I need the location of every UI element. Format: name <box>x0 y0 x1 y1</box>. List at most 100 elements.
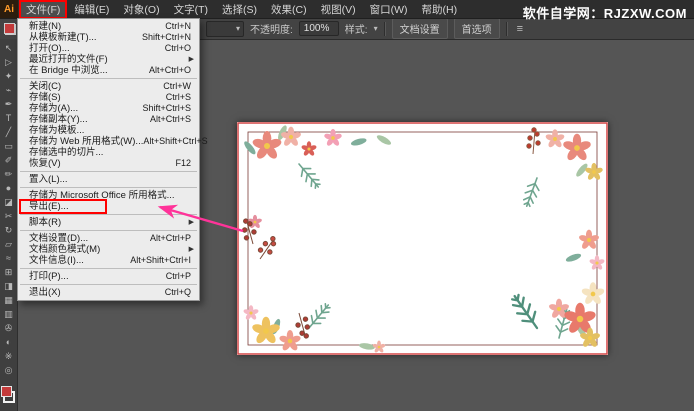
chevron-down-icon[interactable]: ▾ <box>374 24 378 33</box>
menubar-item-object[interactable]: 对象(O) <box>116 0 166 19</box>
menu-item-print[interactable]: 打印(P)... Ctrl+P <box>18 271 199 282</box>
menu-item-label: 打开(O)... <box>29 43 70 54</box>
tool-icon: ✇ <box>5 324 13 333</box>
fill-stroke-proxy[interactable] <box>1 386 15 403</box>
menu-separator <box>20 171 197 172</box>
tool-icon: ✐ <box>5 156 13 165</box>
tool-icon: ▱ <box>5 240 12 249</box>
menu-item-label: 存储(S) <box>29 92 61 103</box>
submenu-arrow-icon: ▶ <box>189 244 194 255</box>
tool-icon: ✏ <box>5 170 13 179</box>
menu-item-open[interactable]: 打开(O)... Ctrl+O <box>18 43 199 54</box>
tool-icon: ✂ <box>5 212 13 221</box>
magic-wand-tool[interactable]: ✦ <box>0 69 17 83</box>
document-setup-button[interactable]: 文档设置 <box>392 18 448 39</box>
menu-item-save-a-copy[interactable]: 存储副本(Y)... Alt+Ctrl+S <box>18 114 199 125</box>
pen-tool[interactable]: ✒ <box>0 97 17 111</box>
menu-item-label: 在 Bridge 中浏览... <box>29 65 108 76</box>
pencil-tool[interactable]: ✏ <box>0 167 17 181</box>
line-tool[interactable]: ╱ <box>0 125 17 139</box>
menu-item-save-for-office[interactable]: 存储为 Microsoft Office 所用格式... <box>18 190 199 201</box>
scale-tool[interactable]: ▱ <box>0 237 17 251</box>
menu-item-shortcut: F12 <box>175 158 191 169</box>
menubar-item-type[interactable]: 文字(T) <box>167 0 215 19</box>
menu-item-label: 存储为(A)... <box>29 103 78 114</box>
opacity-input[interactable]: 100% <box>299 21 339 36</box>
menu-item-label: 置入(L)... <box>29 174 68 185</box>
shape-builder-tool[interactable]: ◨ <box>0 279 17 293</box>
menu-item-close[interactable]: 关闭(C) Ctrl+W <box>18 81 199 92</box>
menu-item-new[interactable]: 新建(N) Ctrl+N <box>18 21 199 32</box>
menu-item-document-setup[interactable]: 文档设置(D)... Alt+Ctrl+P <box>18 233 199 244</box>
fill-color-swatch[interactable] <box>1 386 12 397</box>
menu-item-save-for-web[interactable]: 存储为 Web 所用格式(W)... Alt+Shift+Ctrl+S <box>18 136 199 147</box>
menubar-item-edit[interactable]: 编辑(E) <box>67 0 116 19</box>
preferences-button[interactable]: 首选项 <box>454 18 500 39</box>
menu-item-shortcut: Alt+Ctrl+O <box>149 65 191 76</box>
panel-menu-icon[interactable]: ≡ <box>514 23 526 35</box>
menubar-item-window[interactable]: 窗口(W) <box>363 0 415 19</box>
menubar-item-file[interactable]: 文件(F) <box>19 0 67 19</box>
menubar-item-view[interactable]: 视图(V) <box>314 0 363 19</box>
tool-icon: ◐ <box>6 338 11 347</box>
menu-item-shortcut: Ctrl+S <box>166 92 191 103</box>
menubar-item-help[interactable]: 帮助(H) <box>415 0 465 19</box>
tool-icon: ◨ <box>4 282 13 291</box>
tool-icon: ⌁ <box>6 86 11 95</box>
menubar-items: 文件(F) 编辑(E) 对象(O) 文字(T) 选择(S) 效果(C) 视图(V… <box>19 0 464 18</box>
menu-item-new-from-template[interactable]: 从模板新建(T)... Shift+Ctrl+N <box>18 32 199 43</box>
tool-icon: ◪ <box>4 198 13 207</box>
paintbrush-tool[interactable]: ✐ <box>0 153 17 167</box>
menu-item-label: 关闭(C) <box>29 81 61 92</box>
menubar-item-select[interactable]: 选择(S) <box>215 0 264 19</box>
tool-icon: ▥ <box>4 310 13 319</box>
menu-item-save-as-template[interactable]: 存储为模板... <box>18 125 199 136</box>
eyedropper-tool[interactable]: ✇ <box>0 321 17 335</box>
zoom-tool[interactable]: ◎ <box>0 363 17 377</box>
menu-item-browse-in-bridge[interactable]: 在 Bridge 中浏览... Alt+Ctrl+O <box>18 65 199 76</box>
blend-tool[interactable]: ◐ <box>0 335 17 349</box>
menu-item-label: 导出(E)... <box>29 201 69 212</box>
width-tool[interactable]: ≈ <box>0 251 17 265</box>
tool-icon: ✒ <box>5 100 13 109</box>
fill-stroke-swatch[interactable] <box>4 23 16 35</box>
lasso-tool[interactable]: ⌁ <box>0 83 17 97</box>
menu-item-exit[interactable]: 退出(X) Ctrl+Q <box>18 287 199 298</box>
tool-icon: ▷ <box>5 58 12 67</box>
menu-item-label: 打印(P)... <box>29 271 69 282</box>
menu-item-save-as[interactable]: 存储为(A)... Shift+Ctrl+S <box>18 103 199 114</box>
menu-item-place[interactable]: 置入(L)... <box>18 174 199 185</box>
blob-brush-tool[interactable]: ● <box>0 181 17 195</box>
app-logo[interactable]: Ai <box>0 0 18 18</box>
symbol-sprayer-tool[interactable]: ※ <box>0 349 17 363</box>
menu-item-save-selected-slices[interactable]: 存储选中的切片... <box>18 147 199 158</box>
artboard[interactable] <box>237 122 608 355</box>
rotate-tool[interactable]: ↻ <box>0 223 17 237</box>
gradient-tool[interactable]: ▥ <box>0 307 17 321</box>
menu-item-revert[interactable]: 恢复(V) F12 <box>18 158 199 169</box>
menu-item-label: 文件信息(I)... <box>29 255 84 266</box>
menu-item-export[interactable]: 导出(E)... <box>18 201 199 212</box>
menu-item-document-color-mode[interactable]: 文档颜色模式(M) ▶ <box>18 244 199 255</box>
menu-item-shortcut: Ctrl+W <box>163 81 191 92</box>
mesh-tool[interactable]: ▦ <box>0 293 17 307</box>
selection-tool[interactable]: ↖ <box>0 41 17 55</box>
submenu-arrow-icon: ▶ <box>189 217 194 228</box>
fill-swatch[interactable] <box>4 23 15 34</box>
menu-item-label: 存储为模板... <box>29 125 84 136</box>
menu-item-file-info[interactable]: 文件信息(I)... Alt+Shift+Ctrl+I <box>18 255 199 266</box>
menu-item-save[interactable]: 存储(S) Ctrl+S <box>18 92 199 103</box>
control-bar-divider <box>506 22 508 36</box>
menu-item-open-recent[interactable]: 最近打开的文件(F) ▶ <box>18 54 199 65</box>
direct-selection-tool[interactable]: ▷ <box>0 55 17 69</box>
brush-definition-dropdown[interactable]: ▾ <box>206 21 244 37</box>
menu-item-scripts[interactable]: 脚本(R) ▶ <box>18 217 199 228</box>
menubar-item-effect[interactable]: 效果(C) <box>264 0 314 19</box>
eraser-tool[interactable]: ◪ <box>0 195 17 209</box>
free-transform-tool[interactable]: ⊞ <box>0 265 17 279</box>
rectangle-tool[interactable]: ▭ <box>0 139 17 153</box>
type-tool[interactable]: T <box>0 111 17 125</box>
menu-item-shortcut: Shift+Ctrl+S <box>142 103 191 114</box>
scissors-tool[interactable]: ✂ <box>0 209 17 223</box>
menu-separator <box>20 268 197 269</box>
